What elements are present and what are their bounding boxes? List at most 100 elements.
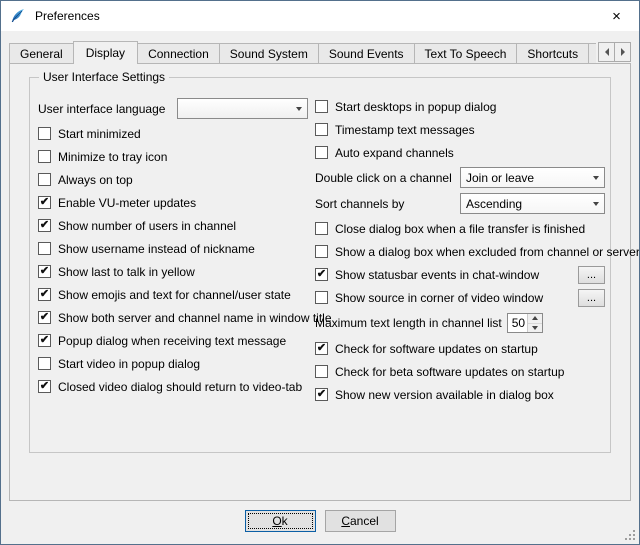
unchecked-checkbox[interactable] xyxy=(38,242,51,255)
unchecked-checkbox[interactable] xyxy=(315,123,328,136)
checkbox-label: Check for software updates on startup xyxy=(335,342,538,356)
checkbox-label: Show statusbar events in chat-window xyxy=(335,268,539,282)
checked-checkbox[interactable]: ✔ xyxy=(315,388,328,401)
max-text-length-row: Maximum text length in channel list 50 xyxy=(315,311,605,335)
dialog-footer: Ok Cancel xyxy=(1,510,639,532)
checked-checkbox[interactable]: ✔ xyxy=(38,265,51,278)
cancel-button[interactable]: Cancel xyxy=(325,510,396,532)
sort-channels-row: Sort channels by Ascending xyxy=(315,191,605,216)
checked-checkbox[interactable]: ✔ xyxy=(38,219,51,232)
checkbox-label: Minimize to tray icon xyxy=(58,150,167,164)
unchecked-checkbox[interactable] xyxy=(315,365,328,378)
checkbox-row: Start video in popup dialog xyxy=(38,352,316,375)
group-title: User Interface Settings xyxy=(39,70,169,84)
checkbox-label: Show both server and channel name in win… xyxy=(58,311,332,325)
sort-channels-dropdown[interactable]: Ascending xyxy=(460,193,605,214)
checkbox-row: ✔ Show last to talk in yellow xyxy=(38,260,316,283)
arrow-up-icon xyxy=(532,316,538,320)
double-click-row: Double click on a channel Join or leave xyxy=(315,165,605,190)
preferences-window: Preferences × GeneralDisplayConnectionSo… xyxy=(0,0,640,545)
checkbox-label: Show last to talk in yellow xyxy=(58,265,195,279)
ok-button[interactable]: Ok xyxy=(245,510,316,532)
left-column: User interface language Start minimized M… xyxy=(38,95,316,398)
checkbox-label: Start desktops in popup dialog xyxy=(335,100,496,114)
checkbox-label: Enable VU-meter updates xyxy=(58,196,196,210)
right-top-checkbox-list: Start desktops in popup dialogTimestamp … xyxy=(315,95,605,164)
unchecked-checkbox[interactable] xyxy=(38,357,51,370)
checkbox-label: Check for beta software updates on start… xyxy=(335,365,564,379)
tab-video[interactable]: Video xyxy=(588,43,596,63)
checkbox-row: Show username instead of nickname xyxy=(38,237,316,260)
double-click-dropdown[interactable]: Join or leave xyxy=(460,167,605,188)
chevron-down-icon xyxy=(593,202,599,206)
display-tab-panel: User Interface Settings User interface l… xyxy=(9,63,631,501)
dropdown-value: Join or leave xyxy=(466,171,589,185)
arrow-down-icon xyxy=(532,326,538,330)
checked-checkbox[interactable]: ✔ xyxy=(38,288,51,301)
unchecked-checkbox[interactable] xyxy=(315,245,328,258)
checkbox-row: ✔Popup dialog when receiving text messag… xyxy=(38,329,316,352)
tab-general[interactable]: General xyxy=(9,43,74,63)
unchecked-checkbox[interactable] xyxy=(315,100,328,113)
dropdown-value: Ascending xyxy=(466,197,589,211)
tab-strip: GeneralDisplayConnectionSound SystemSoun… xyxy=(9,41,631,64)
checkbox-row: Start desktops in popup dialog xyxy=(315,95,605,118)
checkbox-label: Auto expand channels xyxy=(335,146,454,160)
tab-scrollers xyxy=(598,42,631,62)
chevron-down-icon xyxy=(593,176,599,180)
chevron-down-icon xyxy=(296,107,302,111)
checkbox-label: Show emojis and text for channel/user st… xyxy=(58,288,291,302)
video-source-checkbox[interactable] xyxy=(315,291,328,304)
tab-display[interactable]: Display xyxy=(73,41,138,64)
spin-up-button[interactable] xyxy=(528,314,542,324)
checkbox-row: Always on top xyxy=(38,168,316,191)
app-icon xyxy=(10,8,26,24)
checkbox-label: Show new version available in dialog box xyxy=(335,388,554,402)
tab-text-to-speech[interactable]: Text To Speech xyxy=(414,43,518,63)
spin-down-button[interactable] xyxy=(528,324,542,333)
statusbar-events-browse-button[interactable]: ... xyxy=(578,266,605,284)
right-bottom-checkbox-list: ✔ Check for software updates on startup Ch… xyxy=(315,337,605,406)
statusbar-events-checkbox[interactable]: ✔ xyxy=(315,268,328,281)
unchecked-checkbox[interactable] xyxy=(38,173,51,186)
checkbox-row: Check for beta software updates on start… xyxy=(315,360,605,383)
max-text-length-label: Maximum text length in channel list xyxy=(315,316,502,330)
checkbox-label: Close dialog box when a file transfer is… xyxy=(335,222,585,236)
language-dropdown[interactable] xyxy=(177,98,308,119)
checkbox-row: Auto expand channels xyxy=(315,141,605,164)
unchecked-checkbox[interactable] xyxy=(38,127,51,140)
tab-sound-events[interactable]: Sound Events xyxy=(318,43,415,63)
checked-checkbox[interactable]: ✔ xyxy=(38,380,51,393)
checkbox-row: ✔ Enable VU-meter updates xyxy=(38,191,316,214)
spinner-value: 50 xyxy=(508,314,527,332)
resize-grip[interactable] xyxy=(624,529,637,542)
close-button[interactable]: × xyxy=(594,1,639,31)
tab-sound-system[interactable]: Sound System xyxy=(219,43,319,63)
checkbox-label: Closed video dialog should return to vid… xyxy=(58,380,302,394)
checkbox-row: ✔Show number of users in channel xyxy=(38,214,316,237)
checkbox-row: ✔ Show emojis and text for channel/user s… xyxy=(38,283,316,306)
scroll-tabs-right-button[interactable] xyxy=(614,42,631,62)
arrow-left-icon xyxy=(605,48,609,56)
tab-connection[interactable]: Connection xyxy=(137,43,220,63)
checkbox-label: Show source in corner of video window xyxy=(335,291,543,305)
unchecked-checkbox[interactable] xyxy=(315,222,328,235)
max-text-length-spinner[interactable]: 50 xyxy=(507,313,543,333)
checkbox-label: Start minimized xyxy=(58,127,141,141)
double-click-label: Double click on a channel xyxy=(315,171,460,185)
tab-shortcuts[interactable]: Shortcuts xyxy=(516,43,589,63)
checked-checkbox[interactable]: ✔ xyxy=(38,196,51,209)
checkbox-label: Show a dialog box when excluded from cha… xyxy=(335,245,640,259)
checked-checkbox[interactable]: ✔ xyxy=(38,334,51,347)
video-source-browse-button[interactable]: ... xyxy=(578,289,605,307)
window-title: Preferences xyxy=(35,9,100,23)
video-source-row: Show source in corner of video window ..… xyxy=(315,286,605,309)
unchecked-checkbox[interactable] xyxy=(315,146,328,159)
checkbox-row: Start minimized xyxy=(38,122,316,145)
checked-checkbox[interactable]: ✔ xyxy=(38,311,51,324)
unchecked-checkbox[interactable] xyxy=(38,150,51,163)
scroll-tabs-left-button[interactable] xyxy=(598,42,615,62)
statusbar-events-row: ✔ Show statusbar events in chat-window .… xyxy=(315,263,605,286)
language-label: User interface language xyxy=(38,102,177,116)
checked-checkbox[interactable]: ✔ xyxy=(315,342,328,355)
